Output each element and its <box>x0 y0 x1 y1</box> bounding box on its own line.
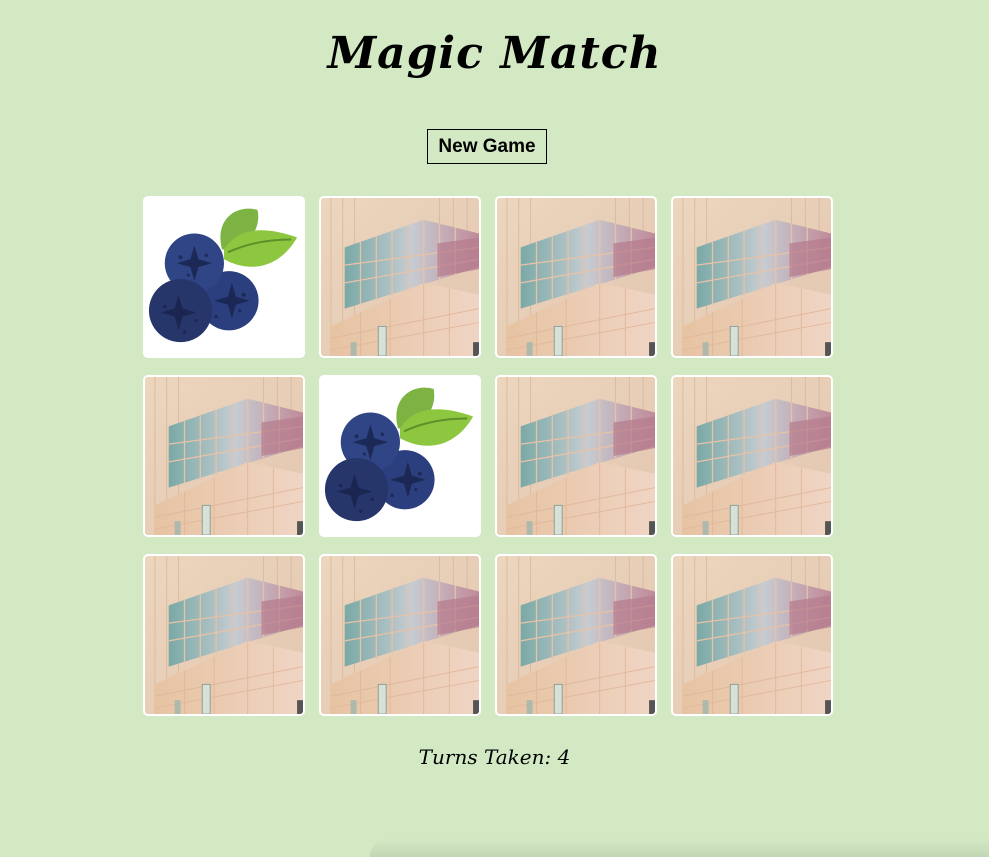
turns-counter: Turns Taken: 4 <box>0 745 989 769</box>
card-grid <box>143 196 835 716</box>
card-back-building <box>497 377 655 535</box>
memory-card-face-down[interactable] <box>319 554 481 716</box>
card-back-building <box>673 556 831 714</box>
turns-label: Turns Taken: <box>418 745 552 769</box>
memory-card-face-down[interactable] <box>495 375 657 537</box>
card-back-building <box>321 556 479 714</box>
card-back-building <box>321 198 479 356</box>
blueberry-icon <box>321 377 479 535</box>
new-game-button[interactable]: New Game <box>427 129 547 164</box>
memory-card-face-down[interactable] <box>671 196 833 358</box>
card-back-building <box>145 377 303 535</box>
memory-card-face-down[interactable] <box>143 375 305 537</box>
memory-card-face-down[interactable] <box>143 554 305 716</box>
memory-card-face-down[interactable] <box>495 196 657 358</box>
memory-card-face-down[interactable] <box>319 196 481 358</box>
memory-card-face-down[interactable] <box>671 375 833 537</box>
card-back-building <box>673 198 831 356</box>
memory-card-face-down[interactable] <box>671 554 833 716</box>
turns-value: 4 <box>557 745 571 769</box>
bottom-shadow <box>370 838 989 857</box>
memory-card-face-down[interactable] <box>495 554 657 716</box>
card-back-building <box>145 556 303 714</box>
memory-card-face-up[interactable] <box>319 375 481 537</box>
card-back-building <box>673 377 831 535</box>
game-title: Magic Match <box>327 28 662 79</box>
blueberry-icon <box>145 198 303 356</box>
card-back-building <box>497 198 655 356</box>
memory-card-face-up[interactable] <box>143 196 305 358</box>
card-back-building <box>497 556 655 714</box>
